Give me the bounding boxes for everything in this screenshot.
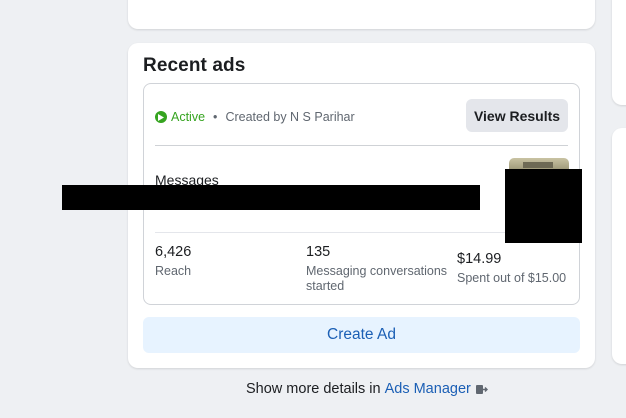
stat-label: Spent out of $15.00: [457, 271, 567, 285]
stat-label: Reach: [155, 264, 192, 278]
redaction-bar: [62, 185, 480, 210]
create-ad-button[interactable]: Create Ad: [143, 317, 580, 353]
side-panel-bottom: [612, 128, 626, 364]
section-title: Recent ads: [143, 55, 246, 76]
footer-text: Show more details in: [246, 381, 381, 397]
stat-value: $14.99: [457, 251, 502, 267]
footer: Show more details in Ads Manager: [246, 381, 488, 397]
created-by-text: Created by N S Parihar: [225, 110, 355, 124]
stat-value: 6,426: [155, 244, 192, 260]
stat-conversations: 135 Messaging conversations started: [306, 244, 451, 294]
stat-value: 135: [306, 244, 331, 260]
status-badge: Active: [171, 110, 206, 124]
divider: [155, 145, 568, 146]
external-link-icon[interactable]: [475, 383, 488, 396]
play-icon: [155, 111, 167, 123]
stat-label: Messaging conversations started: [306, 264, 448, 293]
view-results-button[interactable]: View Results: [466, 99, 568, 132]
side-panel-top: [612, 0, 626, 105]
separator-dot: •: [213, 110, 218, 124]
stat-spent: $14.99 Spent out of $15.00: [457, 251, 566, 286]
stat-reach: 6,426 Reach: [155, 244, 191, 279]
ads-manager-link[interactable]: Ads Manager: [385, 381, 471, 397]
redaction-box: [505, 169, 582, 243]
ad-status-row: Active • Created by N S Parihar: [155, 110, 355, 124]
previous-card: [128, 0, 595, 29]
